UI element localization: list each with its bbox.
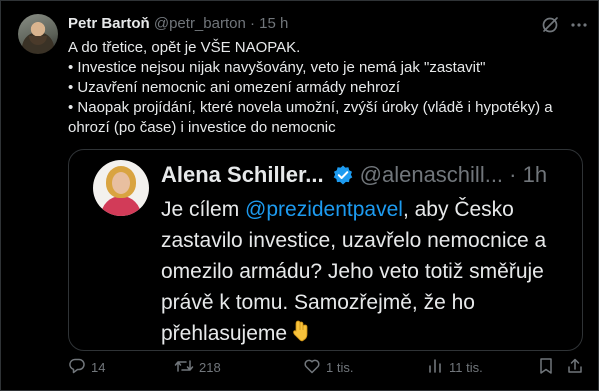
views-button[interactable]: 11 tis. [426, 356, 483, 378]
quote-avatar[interactable] [93, 160, 149, 216]
quote-author-name[interactable]: Alena Schiller... [161, 162, 324, 187]
reply-button[interactable]: 14 [68, 356, 105, 378]
post-line: A do třetice, opět je VŠE NAOPAK. [68, 39, 301, 56]
like-button[interactable]: 1 tis. [303, 356, 353, 378]
repost-icon [174, 357, 199, 378]
share-icon [566, 357, 589, 378]
author-handle[interactable]: @petr_barton [154, 15, 246, 32]
quote-time[interactable]: 1h [523, 162, 547, 187]
quote-line: zastavilo investice, uzavřelo nemocnice … [161, 229, 547, 252]
post-line: • Uzavření nemocnic ani omezení armády n… [68, 79, 401, 96]
bookmark-icon [538, 357, 559, 378]
quote-author-handle[interactable]: @alenaschill... [360, 162, 503, 187]
mention-link[interactable]: @prezidentpavel [245, 198, 403, 221]
views-icon [426, 357, 449, 378]
backhand-index-pointing-down-icon [291, 319, 313, 352]
share-button[interactable] [566, 356, 589, 378]
quote-header: Alena Schiller... @alenaschill... · 1h [161, 160, 571, 194]
quote-line1-end: , aby Česko [402, 198, 514, 221]
quote-text: Je cílem @prezidentpavel, aby Česko zast… [161, 194, 571, 352]
bookmark-button[interactable] [538, 356, 559, 378]
like-count: 1 tis. [326, 359, 354, 375]
quote-time-separator: · [509, 162, 517, 187]
post-line: • Naopak projídání, které novela umožní,… [68, 99, 553, 116]
grok-icon[interactable] [540, 15, 560, 35]
author-name[interactable]: Petr Bartoň [68, 15, 150, 32]
quote-line: právě k tomu. Samozřejmě, že ho [161, 291, 475, 314]
quote-line1-start: Je cílem [161, 198, 246, 221]
post-header: Petr Bartoň @petr_barton · 15 h [68, 15, 288, 33]
post-text: A do třetice, opět je VŠE NAOPAK. • Inve… [68, 38, 578, 138]
heart-icon [303, 357, 326, 378]
repost-button[interactable]: 218 [174, 356, 221, 378]
time-separator: · [249, 15, 255, 32]
quote-line: omezilo armádu? Jeho veto totiž směřuje [161, 260, 544, 283]
post-time[interactable]: 15 h [259, 15, 288, 32]
quote-line: přehlasujeme [161, 318, 571, 352]
reply-count: 14 [91, 359, 106, 375]
post-line: ohrozí (po čase) i investice do nemocnic [68, 119, 336, 136]
views-count: 11 tis. [449, 359, 483, 375]
quote-line5-text: přehlasujeme [161, 322, 288, 345]
repost-count: 218 [199, 359, 221, 375]
reply-icon [68, 357, 91, 378]
post-frame: Petr Bartoň @petr_barton · 15 h A do tře… [0, 0, 599, 391]
more-icon[interactable] [569, 15, 589, 35]
post-line: • Investice nejsou nijak navyšovány, vet… [68, 59, 486, 76]
verified-badge-icon [332, 164, 354, 194]
quote-line: Je cílem @prezidentpavel, aby Česko [161, 194, 571, 225]
action-bar: 14 218 1 tis. 11 tis. [68, 356, 583, 378]
avatar[interactable] [18, 14, 58, 54]
quoted-post[interactable]: Alena Schiller... @alenaschill... · 1h J… [68, 149, 583, 351]
